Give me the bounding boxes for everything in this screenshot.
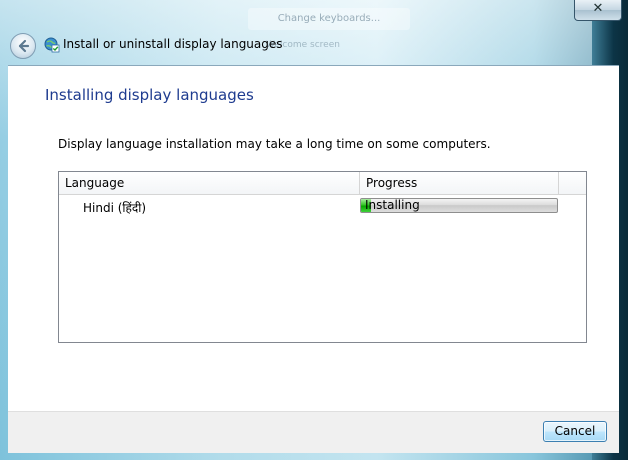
close-icon: ✕: [592, 1, 604, 16]
back-arrow-icon: [18, 39, 30, 53]
language-name: Hindi (हिंदी): [83, 201, 147, 215]
description-text: Display language installation may take a…: [58, 137, 491, 151]
language-list[interactable]: Language Progress Hindi (हिंदी) Installi…: [58, 171, 587, 343]
background-window-button: Change keyboards...: [248, 8, 410, 30]
dialog-footer: Cancel: [8, 411, 619, 453]
column-header-progress[interactable]: Progress: [360, 172, 559, 194]
list-header: Language Progress: [59, 172, 586, 195]
window-title: Install or uninstall display languages: [63, 37, 283, 51]
progress-bar: Installing: [360, 198, 558, 213]
cancel-button[interactable]: Cancel: [543, 421, 607, 442]
list-item[interactable]: Hindi (हिंदी) Installing: [59, 196, 586, 216]
page-title: Installing display languages: [45, 86, 254, 104]
progress-status: Installing: [365, 198, 420, 212]
back-button[interactable]: [10, 33, 36, 59]
close-button[interactable]: ✕: [574, 0, 622, 21]
globe-check-icon: [44, 37, 60, 53]
dialog-content: Installing display languages Display lan…: [8, 65, 619, 412]
column-header-language[interactable]: Language: [59, 172, 360, 194]
